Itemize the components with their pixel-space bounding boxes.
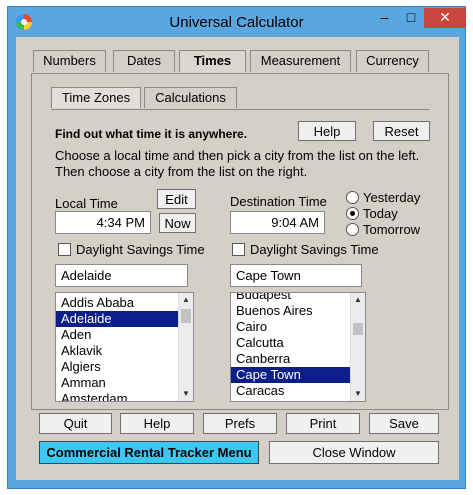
save-button[interactable]: Save xyxy=(369,413,439,434)
title-bar: Universal Calculator – □ ✕ xyxy=(8,7,466,37)
destination-city-item[interactable]: Canberra xyxy=(231,351,350,367)
scroll-up-icon[interactable]: ▲ xyxy=(351,293,365,307)
destination-city-item[interactable]: Cairo xyxy=(231,319,350,335)
local-city-item[interactable]: Aden xyxy=(56,327,178,343)
help-button[interactable]: Help xyxy=(298,121,356,141)
now-button[interactable]: Now xyxy=(159,213,196,233)
intro-headline: Find out what time it is anywhere. xyxy=(55,127,248,141)
subtab-divider xyxy=(51,109,429,110)
close-icon[interactable]: ✕ xyxy=(424,8,466,28)
app-window: Universal Calculator – □ ✕ Numbers Dates… xyxy=(7,6,466,489)
print-button[interactable]: Print xyxy=(286,413,360,434)
intro-line-1: Choose a local time and then pick a city… xyxy=(55,148,420,163)
local-city-item[interactable]: Amsterdam xyxy=(56,391,178,401)
destination-dst-checkbox[interactable] xyxy=(232,243,245,256)
quit-button[interactable]: Quit xyxy=(39,413,112,434)
destination-time-label: Destination Time xyxy=(230,194,327,209)
local-city-item[interactable]: Addis Ababa xyxy=(56,295,178,311)
local-city-item[interactable]: Aklavik xyxy=(56,343,178,359)
yesterday-radio[interactable] xyxy=(346,191,359,204)
reset-button[interactable]: Reset xyxy=(373,121,430,141)
local-city-list[interactable]: Addis Ababa Adelaide Aden Aklavik Algier… xyxy=(55,292,194,402)
destination-list-scroll-thumb[interactable] xyxy=(353,323,363,335)
minimize-icon[interactable]: – xyxy=(371,8,398,28)
edit-button[interactable]: Edit xyxy=(157,189,196,209)
local-time-label: Local Time xyxy=(55,196,118,211)
prefs-button[interactable]: Prefs xyxy=(203,413,277,434)
destination-city-field[interactable]: Cape Town xyxy=(230,264,362,287)
destination-city-list[interactable]: Budapest Buenos Aires Cairo Calcutta Can… xyxy=(230,292,366,402)
destination-dst-label: Daylight Savings Time xyxy=(250,242,379,257)
subtab-calculations[interactable]: Calculations xyxy=(144,87,237,108)
local-city-item-selected[interactable]: Adelaide xyxy=(56,311,178,327)
client-area: Numbers Dates Times Measurement Currency… xyxy=(16,37,459,480)
destination-city-item[interactable]: Calcutta xyxy=(231,335,350,351)
local-dst-checkbox[interactable] xyxy=(58,243,71,256)
local-list-scrollbar[interactable]: ▲ ▼ xyxy=(178,293,193,401)
destination-city-item[interactable]: Caracas xyxy=(231,383,350,399)
tab-dates[interactable]: Dates xyxy=(113,50,175,72)
destination-time-field[interactable]: 9:04 AM xyxy=(230,211,325,234)
destination-city-item[interactable]: Budapest xyxy=(231,293,350,303)
bottom-help-button[interactable]: Help xyxy=(120,413,194,434)
local-dst-label: Daylight Savings Time xyxy=(76,242,205,257)
subtab-time-zones[interactable]: Time Zones xyxy=(51,87,141,108)
local-time-field[interactable]: 4:34 PM xyxy=(55,211,151,234)
today-radio[interactable] xyxy=(346,207,359,220)
tomorrow-label: Tomorrow xyxy=(363,222,421,237)
today-label: Today xyxy=(363,206,398,221)
local-list-scroll-thumb[interactable] xyxy=(181,309,191,323)
scroll-down-icon[interactable]: ▼ xyxy=(179,387,193,401)
intro-line-2: Then choose a city from the list on the … xyxy=(55,164,308,179)
maximize-icon[interactable]: □ xyxy=(398,8,424,28)
tab-times[interactable]: Times xyxy=(179,50,246,72)
destination-city-item[interactable]: Buenos Aires xyxy=(231,303,350,319)
commercial-rental-tracker-menu-button[interactable]: Commercial Rental Tracker Menu xyxy=(39,441,259,464)
tab-numbers[interactable]: Numbers xyxy=(33,50,106,72)
yesterday-label: Yesterday xyxy=(363,190,421,205)
tab-measurement[interactable]: Measurement xyxy=(250,50,351,72)
local-city-item[interactable]: Algiers xyxy=(56,359,178,375)
destination-list-scrollbar[interactable]: ▲ ▼ xyxy=(350,293,365,401)
tab-currency[interactable]: Currency xyxy=(356,50,429,72)
local-city-field[interactable]: Adelaide xyxy=(55,264,188,287)
tomorrow-radio[interactable] xyxy=(346,223,359,236)
scroll-down-icon[interactable]: ▼ xyxy=(351,387,365,401)
scroll-up-icon[interactable]: ▲ xyxy=(179,293,193,307)
close-window-button[interactable]: Close Window xyxy=(269,441,439,464)
local-city-item[interactable]: Amman xyxy=(56,375,178,391)
destination-city-item-selected[interactable]: Cape Town xyxy=(231,367,350,383)
